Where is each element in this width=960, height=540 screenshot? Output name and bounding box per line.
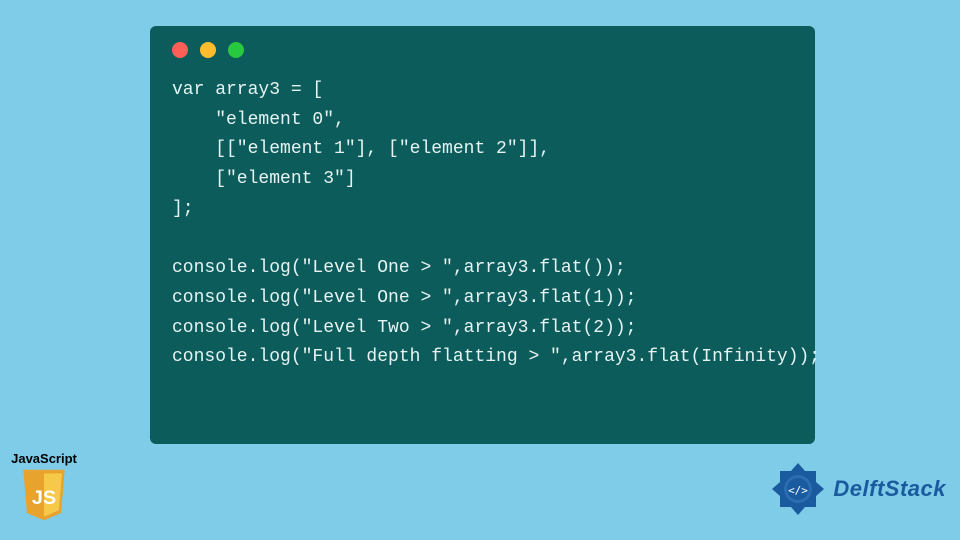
- code-line: console.log("Full depth flatting > ",arr…: [172, 347, 820, 367]
- delftstack-badge-icon: </>: [769, 460, 827, 518]
- code-line: console.log("Level One > ",array3.flat()…: [172, 258, 626, 278]
- code-block: var array3 = [ "element 0", [["element 1…: [172, 76, 793, 373]
- minimize-icon: [200, 42, 216, 58]
- javascript-logo-icon: JS: [17, 468, 71, 522]
- code-line: console.log("Level One > ",array3.flat(1…: [172, 288, 636, 308]
- javascript-label: JavaScript: [8, 451, 80, 466]
- code-line: var array3 = [: [172, 80, 323, 100]
- code-line: "element 0",: [172, 110, 345, 130]
- code-line: ["element 3"]: [172, 169, 356, 189]
- code-snippet-card: var array3 = [ "element 0", [["element 1…: [150, 26, 815, 444]
- code-line: ];: [172, 199, 194, 219]
- code-line: [["element 1"], ["element 2"]],: [172, 139, 550, 159]
- svg-text:JS: JS: [32, 487, 56, 509]
- delftstack-text: DelftStack: [833, 476, 946, 502]
- code-line: console.log("Level Two > ",array3.flat(2…: [172, 318, 636, 338]
- javascript-badge: JavaScript JS: [8, 451, 80, 522]
- delftstack-logo: </> DelftStack: [769, 460, 946, 518]
- window-controls: [172, 42, 793, 58]
- svg-text:</>: </>: [788, 484, 808, 497]
- close-icon: [172, 42, 188, 58]
- maximize-icon: [228, 42, 244, 58]
